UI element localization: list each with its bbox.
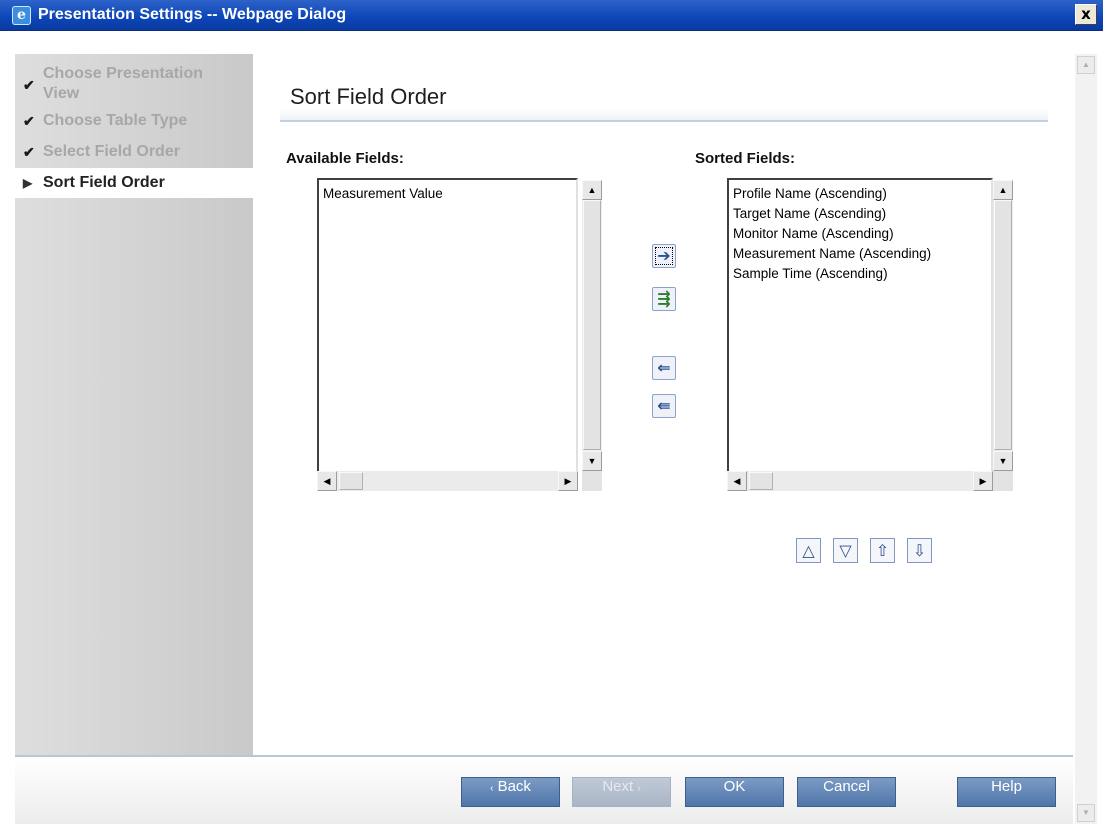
step-choose-presentation-view[interactable]: ✔ Choose Presentation View [15, 65, 253, 109]
ie-icon: e [12, 6, 31, 25]
scroll-right-icon[interactable]: ▶ [973, 471, 993, 491]
title-divider [280, 108, 1048, 122]
scroll-up-icon[interactable]: ▲ [993, 180, 1013, 200]
back-label: Back [497, 778, 531, 795]
remove-field-button[interactable]: ⇐ [652, 356, 676, 380]
step-choose-table-type[interactable]: ✔ Choose Table Type [15, 112, 253, 136]
arrow-right-all-icon: ⇶ [657, 289, 671, 308]
scroll-down-icon[interactable]: ▼ [993, 451, 1013, 471]
checkmark-icon: ✔ [23, 144, 35, 160]
sorted-fields-label: Sorted Fields: [695, 150, 796, 167]
scroll-thumb[interactable] [583, 200, 601, 450]
scroll-thumb[interactable] [994, 200, 1012, 450]
scroll-up-icon[interactable]: ▲ [1077, 56, 1095, 74]
help-button[interactable]: Help [957, 777, 1056, 807]
scroll-down-icon[interactable]: ▼ [1077, 804, 1095, 822]
list-item[interactable]: Measurement Value [323, 184, 443, 204]
list-item[interactable]: Profile Name (Ascending) [733, 184, 931, 204]
move-top-button[interactable]: ⇧ [870, 538, 895, 563]
triangle-up-icon: △ [802, 541, 815, 560]
available-fields-label: Available Fields: [286, 150, 404, 167]
step-label-line2: View [43, 85, 80, 102]
cancel-button[interactable]: Cancel [797, 777, 896, 807]
triangle-down-icon: ▽ [839, 541, 852, 560]
step-select-field-order[interactable]: ✔ Select Field Order [15, 143, 253, 167]
step-label: Choose Presentation [43, 65, 204, 82]
available-items: Measurement Value [323, 184, 443, 204]
scroll-left-icon[interactable]: ◀ [317, 471, 337, 491]
list-item[interactable]: Monitor Name (Ascending) [733, 224, 931, 244]
chevron-left-icon: ‹ [490, 783, 494, 794]
sorted-fields-list[interactable]: Profile Name (Ascending) Target Name (As… [727, 178, 993, 491]
list-item[interactable]: Target Name (Ascending) [733, 204, 931, 224]
scroll-corner [582, 471, 602, 491]
step-label: Sort Field Order [43, 174, 165, 191]
arrow-left-all-icon: ⇚ [657, 396, 671, 415]
remove-all-fields-button[interactable]: ⇚ [652, 394, 676, 418]
sorted-vertical-scrollbar[interactable]: ▲ ▼ [993, 180, 1013, 471]
checkmark-icon: ✔ [23, 113, 35, 129]
scroll-up-icon[interactable]: ▲ [582, 180, 602, 200]
arrow-up-icon: ⇧ [875, 541, 890, 560]
title-bar: e Presentation Settings -- Webpage Dialo… [0, 0, 1103, 31]
list-item[interactable]: Measurement Name (Ascending) [733, 244, 931, 264]
next-button: Next › [572, 777, 671, 807]
sorted-items: Profile Name (Ascending) Target Name (As… [733, 184, 931, 284]
available-horizontal-scrollbar[interactable]: ◀ ▶ [317, 471, 578, 491]
step-label: Choose Table Type [43, 112, 188, 129]
available-fields-list[interactable]: Measurement Value [317, 178, 578, 491]
add-field-button[interactable]: ➔ [652, 244, 676, 268]
dialog-footer: ‹ Back Next › OK Cancel Help [15, 755, 1073, 824]
scroll-thumb[interactable] [749, 472, 773, 490]
arrow-down-icon: ⇩ [912, 541, 927, 560]
scroll-right-icon[interactable]: ▶ [558, 471, 578, 491]
move-down-button[interactable]: ▽ [833, 538, 858, 563]
ok-label: OK [723, 778, 746, 795]
arrow-right-icon: ➔ [657, 246, 671, 265]
checkmark-icon: ✔ [23, 77, 35, 93]
cancel-label: Cancel [823, 778, 870, 795]
help-label: Help [991, 778, 1022, 795]
wizard-sidebar: ✔ Choose Presentation View ✔ Choose Tabl… [15, 54, 253, 755]
step-sort-field-order[interactable]: ▶ Sort Field Order [15, 168, 253, 198]
available-vertical-scrollbar[interactable]: ▲ ▼ [582, 180, 602, 471]
move-up-button[interactable]: △ [796, 538, 821, 563]
next-label: Next [602, 778, 634, 795]
chevron-right-icon: › [637, 783, 641, 794]
back-button[interactable]: ‹ Back [461, 777, 560, 807]
window-title: Presentation Settings -- Webpage Dialog [38, 6, 347, 23]
scroll-down-icon[interactable]: ▼ [582, 451, 602, 471]
page-vertical-scrollbar[interactable]: ▲ ▼ [1075, 54, 1097, 824]
step-label: Select Field Order [43, 143, 180, 160]
close-button[interactable]: x [1075, 4, 1097, 25]
add-all-fields-button[interactable]: ⇶ [652, 287, 676, 311]
arrow-left-icon: ⇐ [657, 358, 671, 377]
triangle-right-icon: ▶ [23, 176, 33, 190]
scroll-corner [993, 471, 1013, 491]
ok-button[interactable]: OK [685, 777, 784, 807]
list-item[interactable]: Sample Time (Ascending) [733, 264, 931, 284]
move-bottom-button[interactable]: ⇩ [907, 538, 932, 563]
page-title: Sort Field Order [290, 84, 447, 109]
scroll-thumb[interactable] [339, 472, 363, 490]
sorted-horizontal-scrollbar[interactable]: ◀ ▶ [727, 471, 993, 491]
scroll-left-icon[interactable]: ◀ [727, 471, 747, 491]
